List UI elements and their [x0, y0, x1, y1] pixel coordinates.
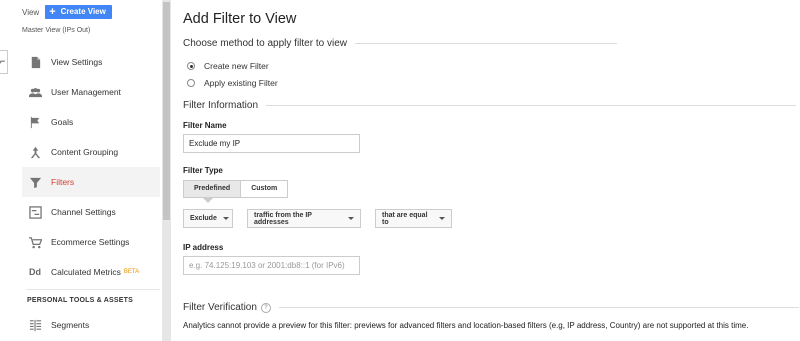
radio-checked-icon[interactable]	[187, 62, 195, 70]
chevron-down-icon	[348, 217, 354, 220]
radio-label: Apply existing Filter	[204, 78, 278, 88]
radio-unchecked-icon[interactable]	[187, 79, 195, 87]
document-icon	[28, 55, 42, 69]
sidebar: ⌐ View + Create View Master View (IPs Ou…	[0, 0, 162, 341]
sidebar-item-segments[interactable]: Segments	[22, 310, 160, 340]
create-view-label: Create View	[60, 7, 106, 16]
verification-header-text: Filter Verification	[183, 302, 257, 313]
verification-section-header: Filter Verification ?	[183, 302, 799, 313]
chevron-down-icon	[439, 217, 445, 220]
segments-icon	[28, 318, 42, 332]
tab-custom[interactable]: Custom	[241, 181, 287, 197]
cart-icon	[28, 235, 42, 249]
radio-create-new[interactable]: Create new Filter	[187, 61, 269, 71]
dd-icon: Dd	[29, 267, 41, 277]
chevron-down-icon	[222, 217, 229, 220]
condition-dropdown[interactable]: that are equal to	[375, 209, 452, 228]
radio-label: Create new Filter	[204, 61, 269, 71]
create-view-button[interactable]: + Create View	[45, 5, 112, 19]
sidebar-item-goals[interactable]: Goals	[22, 107, 160, 137]
filter-type-label: Filter Type	[183, 166, 223, 175]
view-label: View	[22, 7, 40, 17]
dropdown-value: traffic from the IP addresses	[254, 211, 312, 226]
beta-badge: BETA	[123, 269, 140, 275]
source-dropdown[interactable]: traffic from the IP addresses	[247, 209, 361, 228]
collapse-sidebar-button[interactable]: ⌐	[0, 50, 8, 74]
grouping-icon	[28, 145, 42, 159]
tab-predefined[interactable]: Predefined	[184, 181, 242, 197]
dropdown-value: Exclude	[190, 215, 217, 222]
verification-message: Analytics cannot provide a preview for t…	[183, 321, 749, 330]
sidebar-scrollbar[interactable]	[162, 0, 171, 341]
sidebar-item-label: Segments	[51, 320, 90, 330]
people-icon	[28, 85, 42, 99]
divider	[278, 307, 799, 308]
dropdown-value: that are equal to	[382, 211, 428, 226]
sidebar-item-content-grouping[interactable]: Content Grouping	[22, 137, 160, 167]
method-section-header: Choose method to apply filter to view	[183, 38, 617, 49]
sidebar-item-label: User Management	[51, 87, 121, 97]
filter-icon	[28, 175, 42, 189]
filter-type-toggle: Predefined Custom	[183, 180, 289, 198]
sidebar-item-label: View Settings	[51, 57, 103, 67]
method-header-text: Choose method to apply filter to view	[183, 38, 347, 49]
sidebar-item-label: Filters	[51, 177, 75, 187]
selected-pointer	[203, 198, 213, 203]
sidebar-item-label: Ecommerce Settings	[51, 237, 130, 247]
help-icon[interactable]: ?	[260, 302, 271, 313]
page-title: Add Filter to View	[183, 11, 297, 27]
ip-address-input[interactable]: e.g. 74.125:19.103 or 2001:db8::1 (for I…	[183, 256, 360, 275]
section-personal-tools: PERSONAL TOOLS & ASSETS	[27, 297, 133, 304]
master-view-name: Master View (IPs Out)	[22, 27, 91, 34]
scrollbar-thumb[interactable]	[163, 2, 170, 220]
divider	[266, 105, 797, 106]
info-section-header: Filter Information	[183, 100, 797, 111]
sidebar-item-label: Goals	[51, 117, 74, 127]
sidebar-item-filters[interactable]: Filters	[22, 167, 160, 197]
sidebar-item-ecommerce-settings[interactable]: Ecommerce Settings	[22, 227, 160, 257]
channel-icon	[28, 205, 42, 219]
divider	[354, 43, 617, 44]
view-row: View + Create View	[22, 5, 112, 19]
sidebar-item-view-settings[interactable]: View Settings	[22, 47, 160, 77]
flag-icon	[28, 115, 42, 129]
sidebar-item-user-management[interactable]: User Management	[22, 77, 160, 107]
info-header-text: Filter Information	[183, 100, 259, 111]
filter-name-label: Filter Name	[183, 121, 227, 130]
ip-address-label: IP address	[183, 243, 224, 252]
plus-icon: +	[49, 6, 56, 18]
radio-apply-existing[interactable]: Apply existing Filter	[187, 78, 278, 88]
sidebar-item-channel-settings[interactable]: Channel Settings	[22, 197, 160, 227]
sidebar-item-label: Channel Settings	[51, 207, 116, 217]
sidebar-item-label: Content Grouping	[51, 147, 119, 157]
sidebar-item-label: Calculated Metrics	[51, 267, 121, 277]
filter-name-input[interactable]: Exclude my IP	[183, 134, 360, 153]
exclude-dropdown[interactable]: Exclude	[183, 209, 233, 228]
sidebar-nav: View Settings User Management Goals Cont…	[22, 47, 160, 340]
sidebar-item-calculated-metrics[interactable]: Dd Calculated Metrics BETA	[22, 257, 160, 287]
